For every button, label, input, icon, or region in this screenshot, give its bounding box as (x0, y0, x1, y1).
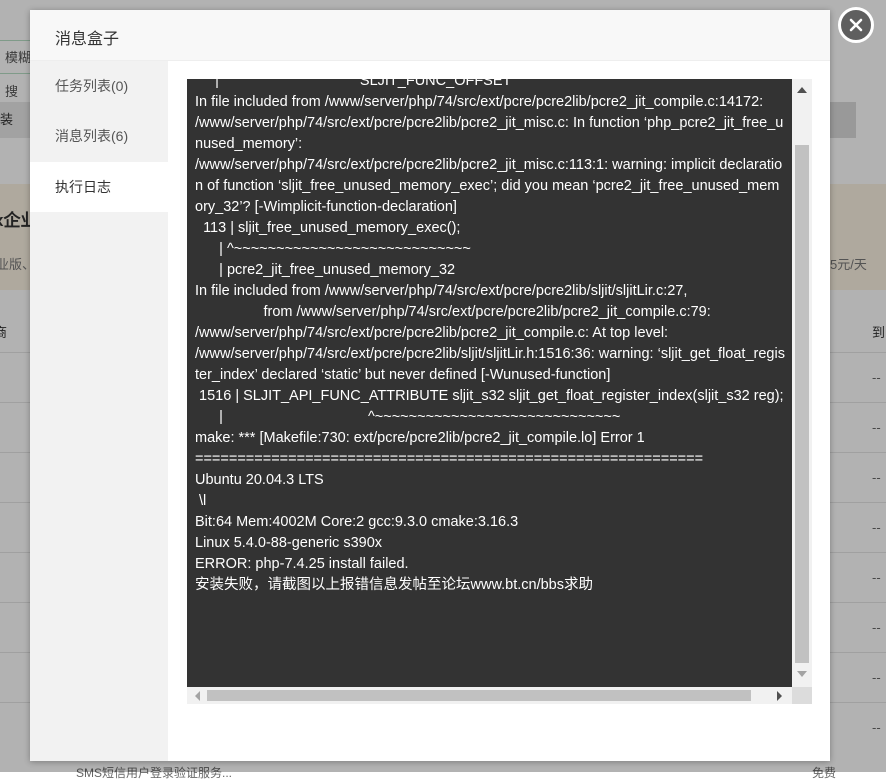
log-line: Bit:64 Mem:4002M Core:2 gcc:9.3.0 cmake:… (195, 514, 519, 530)
log-line: /www/server/php/74/src/ext/pcre/pcre2lib… (195, 115, 784, 152)
sidebar-item-message-list[interactable]: 消息列表(6) (30, 111, 168, 161)
log-text: | SLJIT_FUNC_OFFSET In file included from… (195, 79, 785, 596)
scrollbar-corner (792, 687, 812, 704)
scroll-up-arrow-icon[interactable] (797, 87, 807, 93)
log-line: /www/server/php/74/src/ext/pcre/pcre2lib… (195, 325, 669, 341)
modal-header: 消息盒子 (30, 10, 830, 61)
log-line: | ^~~~~~~~~~~~~~~~~~~~~~~~~~~~~~ (195, 409, 621, 425)
log-line: 安装失败，请截图以上报错信息发帖至论坛www.bt.cn/bbs求助 (195, 577, 593, 593)
vertical-scroll-thumb[interactable] (795, 145, 809, 663)
log-line: 113 | sljit_free_unused_memory_exec(); (195, 220, 461, 236)
close-button[interactable] (838, 7, 874, 43)
log-line: | pcre2_jit_free_unused_memory_32 (195, 262, 456, 278)
log-line: In file included from /www/server/php/74… (195, 283, 688, 299)
log-line: In file included from /www/server/php/74… (195, 94, 764, 110)
sidebar-item-label: 任务列表(0) (55, 78, 129, 94)
vertical-scrollbar[interactable] (792, 79, 812, 687)
log-line: ========================================… (195, 451, 704, 467)
sidebar-item-label: 执行日志 (55, 179, 111, 195)
log-line: | SLJIT_FUNC_OFFSET (195, 79, 512, 89)
execution-log-panel[interactable]: | SLJIT_FUNC_OFFSET In file included from… (187, 79, 812, 704)
log-line: ERROR: php-7.4.25 install failed. (195, 556, 409, 572)
horizontal-scroll-thumb[interactable] (207, 690, 751, 701)
sidebar-item-label: 消息列表(6) (55, 128, 129, 144)
modal-title: 消息盒子 (55, 31, 120, 48)
scroll-right-arrow-icon[interactable] (777, 691, 782, 701)
sidebar-item-task-list[interactable]: 任务列表(0) (30, 61, 168, 111)
sidebar-item-execution-log[interactable]: 执行日志 (30, 162, 168, 212)
close-icon (849, 18, 863, 32)
log-line: Linux 5.4.0-88-generic s390x (195, 535, 383, 551)
modal-sidebar: 任务列表(0) 消息列表(6) 执行日志 (30, 61, 168, 761)
log-line: 1516 | SLJIT_API_FUNC_ATTRIBUTE sljit_s3… (195, 388, 784, 404)
scroll-down-arrow-icon[interactable] (797, 671, 807, 677)
log-line: \l (195, 493, 207, 509)
log-line: from /www/server/php/74/src/ext/pcre/pcr… (195, 304, 711, 320)
horizontal-scrollbar[interactable] (187, 687, 792, 704)
log-line: /www/server/php/74/src/ext/pcre/pcre2lib… (195, 157, 783, 215)
message-box-modal: 消息盒子 任务列表(0) 消息列表(6) 执行日志 | SLJIT_FUNC_O… (30, 7, 874, 761)
scroll-left-arrow-icon[interactable] (195, 691, 200, 701)
log-line: make: *** [Makefile:730: ext/pcre/pcre2l… (195, 430, 645, 446)
log-line: /www/server/php/74/src/ext/pcre/pcre2lib… (195, 346, 785, 383)
log-line: | ^~~~~~~~~~~~~~~~~~~~~~~~~~~~~ (195, 241, 471, 257)
log-line: Ubuntu 20.04.3 LTS (195, 472, 324, 488)
